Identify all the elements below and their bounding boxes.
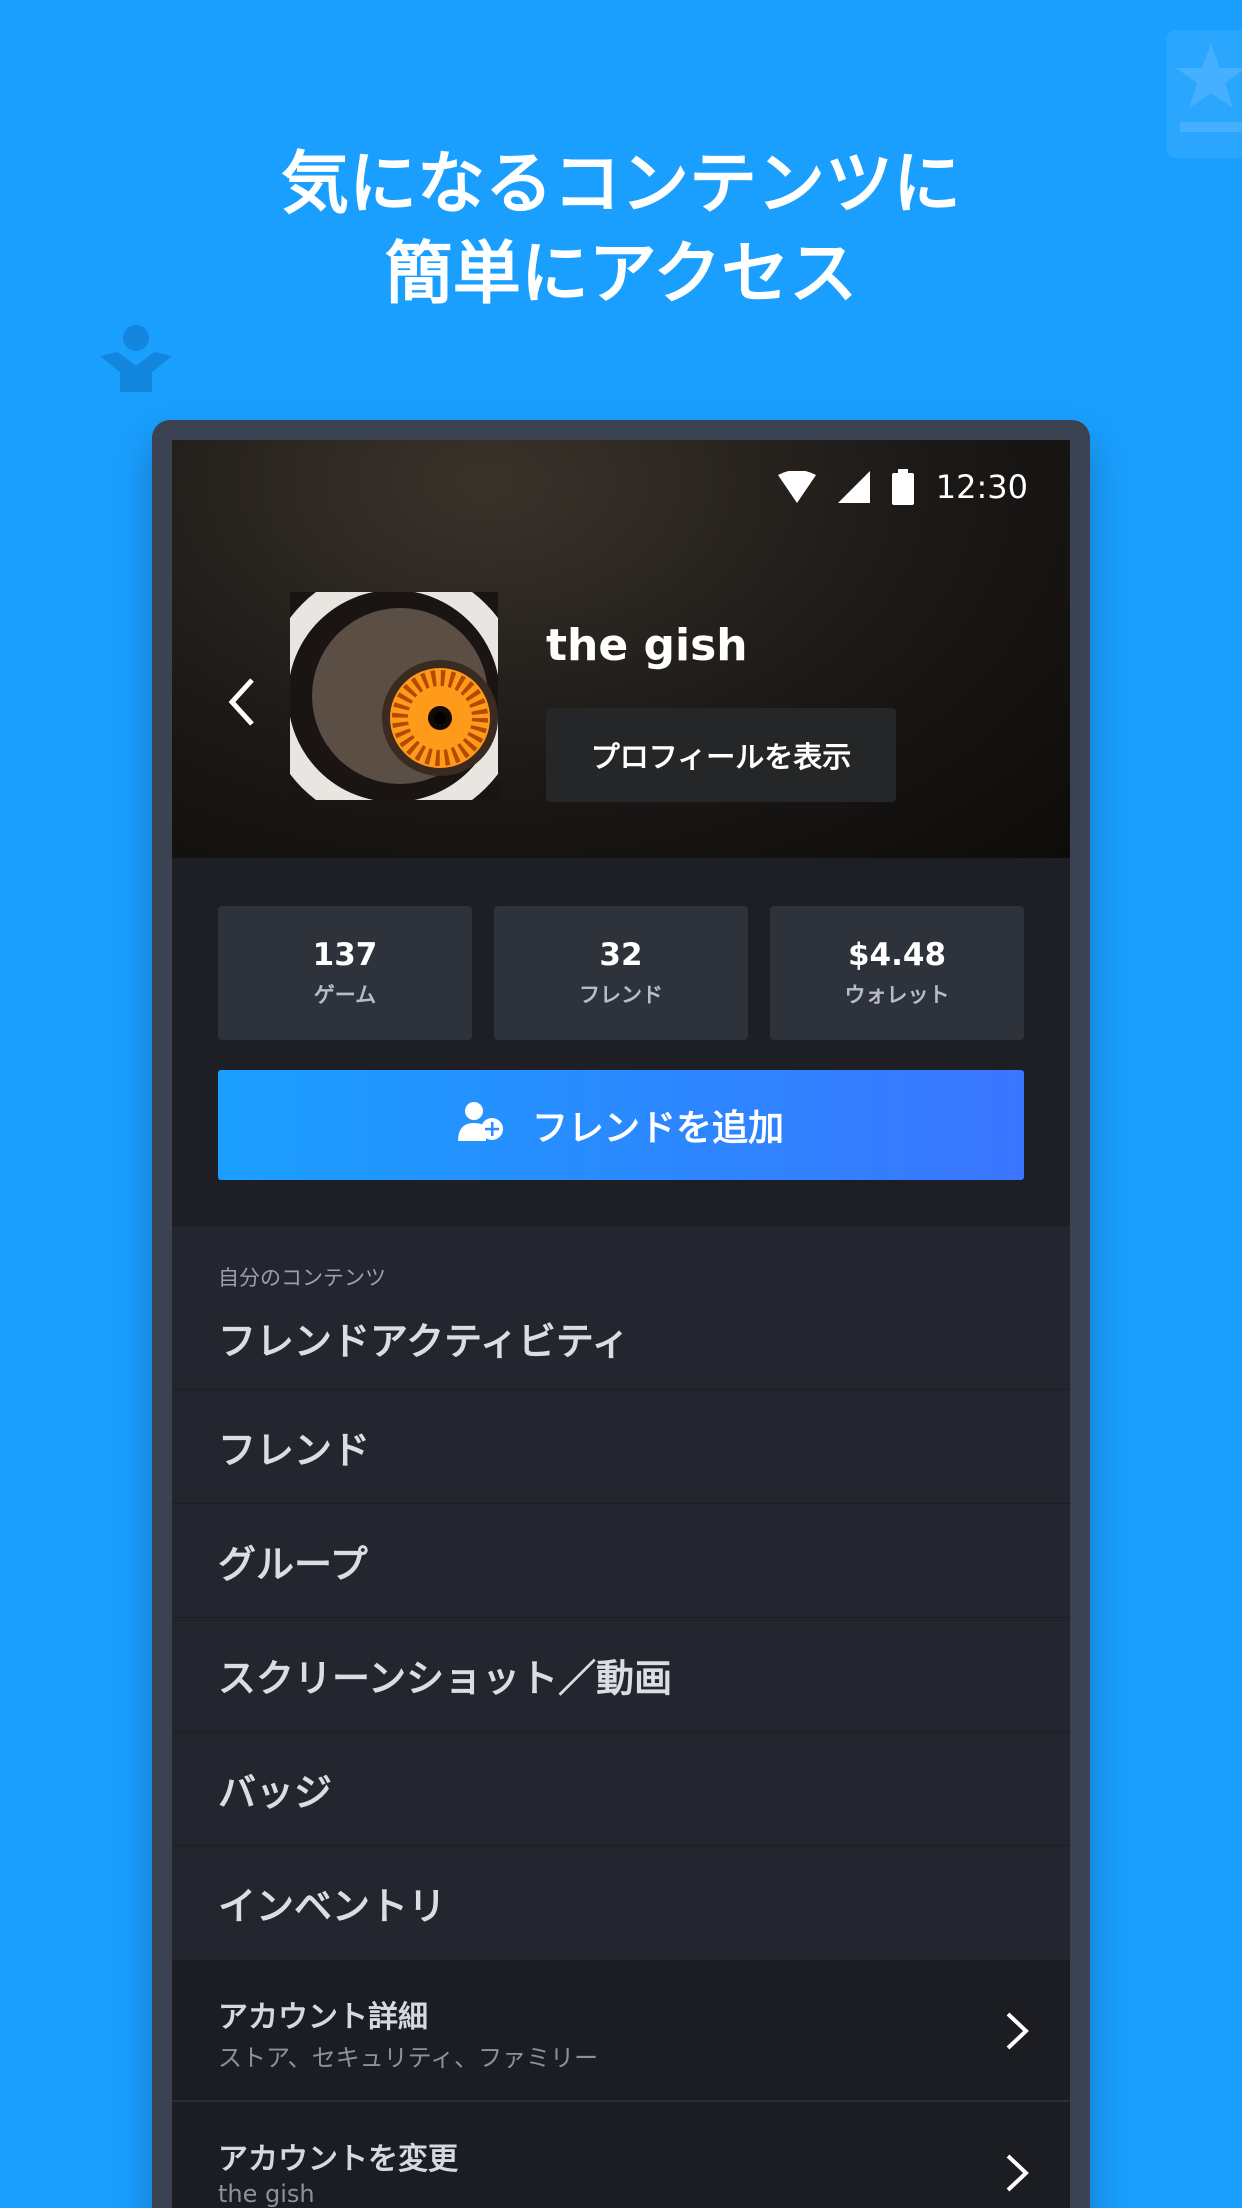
menu-item-badges[interactable]: バッジ: [172, 1732, 1070, 1846]
wifi-icon: [777, 471, 816, 503]
chevron-right-icon: [998, 2148, 1034, 2198]
add-person-icon: [457, 1101, 504, 1150]
stat-wallet[interactable]: $4.48 ウォレット: [770, 906, 1024, 1040]
change-account-subtitle: the gish: [218, 2180, 315, 2208]
stat-label: ゲーム: [313, 983, 377, 1007]
view-profile-button[interactable]: プロフィールを表示: [546, 708, 896, 802]
status-time: 12:30: [935, 468, 1028, 506]
stat-value: 137: [312, 937, 378, 973]
person-icon: [96, 322, 176, 402]
chevron-right-icon: [998, 2006, 1034, 2056]
stat-value: $4.48: [847, 937, 947, 973]
account-details-item[interactable]: アカウント詳細 ストア、セキュリティ、ファミリー: [172, 1960, 1070, 2102]
menu-item-label: インベントリ: [218, 1884, 447, 1929]
section-label: 自分のコンテンツ: [218, 1266, 386, 1290]
menu-item-friend-activity[interactable]: フレンドアクティビティ: [172, 1290, 1070, 1390]
menu-item-friends[interactable]: フレンド: [172, 1390, 1070, 1504]
menu-item-label: フレンド: [218, 1428, 371, 1472]
menu-item-groups[interactable]: グループ: [172, 1504, 1070, 1618]
stat-value: 32: [599, 937, 643, 973]
profile-header: 12:30 the gish プロフィールを表示: [172, 440, 1070, 858]
menu-item-label: スクリーンショット／動画: [218, 1656, 673, 1700]
stat-label: フレンド: [579, 983, 663, 1007]
phone-frame: 12:30 the gish プロフィールを表示 137 ゲーム 32 フレンド…: [152, 420, 1090, 2208]
change-account-item[interactable]: アカウントを変更 the gish: [172, 2102, 1070, 2208]
stat-label: ウォレット: [844, 983, 950, 1007]
app-screen: 12:30 the gish プロフィールを表示 137 ゲーム 32 フレンド…: [172, 440, 1070, 2208]
signal-icon: [837, 471, 870, 503]
headline: 気になるコンテンツに 簡単にアクセス: [0, 140, 1242, 320]
change-account-title: アカウントを変更: [218, 2142, 458, 2177]
username: the gish: [546, 620, 748, 671]
add-friend-label: フレンドを追加: [531, 1108, 784, 1149]
avatar[interactable]: [290, 592, 498, 800]
menu-item-screenshots[interactable]: スクリーンショット／動画: [172, 1618, 1070, 1732]
menu-item-inventory[interactable]: インベントリ: [172, 1846, 1070, 1960]
battery-icon: [891, 469, 914, 505]
status-bar: 12:30: [777, 462, 1028, 512]
content-menu: 自分のコンテンツ フレンドアクティビティ フレンド グループ スクリーンショット…: [172, 1226, 1070, 2208]
menu-item-label: バッジ: [218, 1770, 333, 1814]
star-icon: [1166, 30, 1242, 158]
menu-item-label: グループ: [218, 1542, 368, 1586]
account-details-title: アカウント詳細: [218, 2000, 428, 2035]
back-arrow-icon[interactable]: [222, 672, 262, 732]
stat-friends[interactable]: 32 フレンド: [494, 906, 748, 1040]
stats-panel: 137 ゲーム 32 フレンド $4.48 ウォレット フレンドを追加: [172, 858, 1070, 1226]
add-friend-button[interactable]: フレンドを追加: [218, 1070, 1024, 1180]
menu-item-label: フレンドアクティビティ: [218, 1319, 630, 1364]
headline-line-2: 簡単にアクセス: [384, 235, 858, 314]
account-details-subtitle: ストア、セキュリティ、ファミリー: [218, 2044, 599, 2072]
stat-games[interactable]: 137 ゲーム: [218, 906, 472, 1040]
headline-line-1: 気になるコンテンツに: [280, 145, 961, 224]
